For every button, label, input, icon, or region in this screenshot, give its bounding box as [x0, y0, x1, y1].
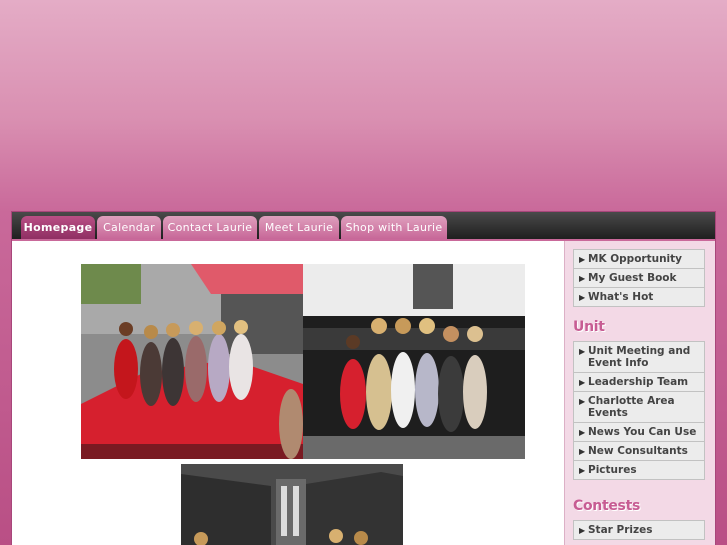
- header-banner: [0, 0, 727, 212]
- page-frame: Homepage Calendar Contact Laurie Meet La…: [12, 212, 715, 545]
- photo-red-carpet: [81, 264, 303, 459]
- menu-item-label: Star Prizes: [588, 524, 653, 536]
- triangle-right-icon: ▶: [579, 274, 586, 283]
- link-news-you-can-use[interactable]: ▶ News You Can Use: [573, 423, 705, 442]
- tab-calendar[interactable]: Calendar: [97, 216, 161, 239]
- top-links-menu: ▶ MK Opportunity ▶ My Guest Book ▶ What's H…: [573, 249, 705, 307]
- triangle-right-icon: ▶: [579, 293, 586, 302]
- link-whats-hot[interactable]: ▶ What's Hot: [573, 288, 705, 307]
- link-star-prizes[interactable]: ▶ Star Prizes: [573, 520, 705, 540]
- triangle-right-icon: ▶: [579, 347, 586, 356]
- link-unit-meeting-event-info[interactable]: ▶ Unit Meeting and Event Info: [573, 341, 705, 373]
- tab-contact-laurie[interactable]: Contact Laurie: [163, 216, 257, 239]
- link-mk-opportunity[interactable]: ▶ MK Opportunity: [573, 249, 705, 269]
- tab-meet-laurie[interactable]: Meet Laurie: [259, 216, 339, 239]
- menu-item-label: News You Can Use: [588, 426, 697, 438]
- menu-item-label: Charlotte Area Events: [588, 395, 675, 419]
- unit-menu: ▶ Unit Meeting and Event Info ▶ Leadership…: [573, 341, 705, 480]
- menu-item-label: Pictures: [588, 464, 637, 476]
- triangle-right-icon: ▶: [579, 466, 586, 475]
- menu-item-label: Unit Meeting and Event Info: [588, 345, 691, 369]
- link-my-guest-book[interactable]: ▶ My Guest Book: [573, 269, 705, 288]
- triangle-right-icon: ▶: [579, 255, 586, 264]
- triangle-right-icon: ▶: [579, 428, 586, 437]
- triangle-right-icon: ▶: [579, 378, 586, 387]
- sidebar: ▶ MK Opportunity ▶ My Guest Book ▶ What's H…: [564, 241, 715, 545]
- link-charlotte-area-events[interactable]: ▶ Charlotte Area Events: [573, 392, 705, 423]
- link-new-consultants[interactable]: ▶ New Consultants: [573, 442, 705, 461]
- triangle-right-icon: ▶: [579, 447, 586, 456]
- tab-shop-with-laurie[interactable]: Shop with Laurie: [341, 216, 447, 239]
- unit-section-title: Unit: [573, 319, 605, 335]
- menu-item-label: Leadership Team: [588, 376, 689, 388]
- contests-menu: ▶ Star Prizes: [573, 520, 705, 540]
- menu-item-label: New Consultants: [588, 445, 688, 457]
- link-leadership-team[interactable]: ▶ Leadership Team: [573, 373, 705, 392]
- link-pictures[interactable]: ▶ Pictures: [573, 461, 705, 480]
- menu-item-label: What's Hot: [588, 291, 654, 303]
- main-content: [12, 241, 564, 545]
- triangle-right-icon: ▶: [579, 397, 586, 406]
- menu-item-label: My Guest Book: [588, 272, 677, 284]
- photo-limousine: [303, 264, 525, 459]
- photo-event-booth: [181, 464, 403, 545]
- tab-homepage[interactable]: Homepage: [21, 216, 95, 239]
- menu-item-label: MK Opportunity: [588, 253, 683, 265]
- triangle-right-icon: ▶: [579, 526, 586, 535]
- contests-section-title: Contests: [573, 498, 641, 514]
- main-navigation: Homepage Calendar Contact Laurie Meet La…: [12, 212, 715, 241]
